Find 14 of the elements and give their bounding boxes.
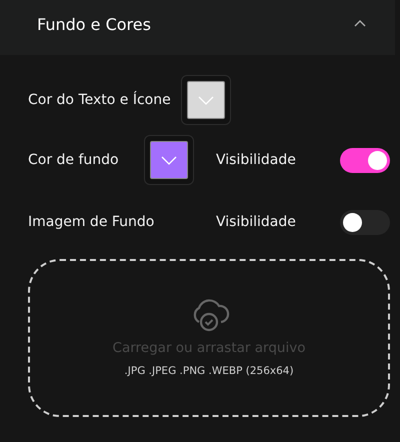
visibility-toggle[interactable] xyxy=(340,210,390,234)
field-label: Imagem de Fundo xyxy=(28,212,154,232)
visibility-toggle[interactable] xyxy=(340,148,390,172)
section-title: Fundo e Cores xyxy=(37,14,151,36)
color-picker[interactable] xyxy=(144,135,194,185)
chevron-down-icon xyxy=(161,156,177,164)
upload-formats: .JPG .JPEG .PNG .WEBP (256x64) xyxy=(124,364,294,380)
visibility-label: Visibilidade xyxy=(216,212,296,232)
color-picker[interactable] xyxy=(180,75,231,125)
visibility-label: Visibilidade xyxy=(216,150,296,170)
chevron-down-icon xyxy=(198,96,214,104)
field-label: Cor de fundo xyxy=(28,150,119,170)
section-header[interactable]: Fundo e Cores xyxy=(0,0,395,55)
field-label: Cor do Texto e Ícone xyxy=(28,90,171,110)
